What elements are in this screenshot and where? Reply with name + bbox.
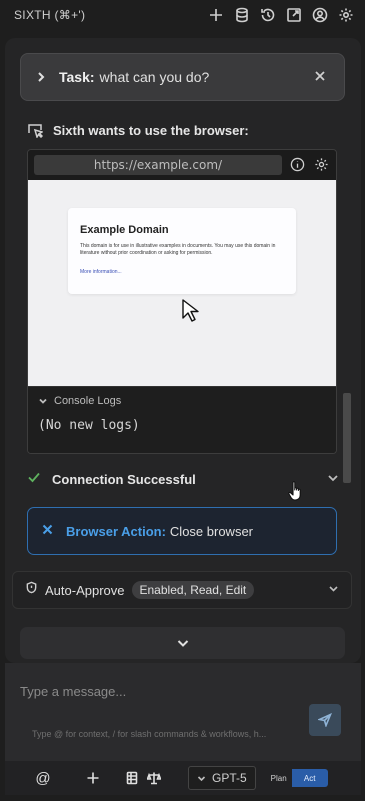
bottom-toolbar: @ GPT-5 Plan Act [5,761,361,795]
grid-icon [126,771,138,785]
cursor-window-icon [28,124,43,138]
shield-icon [25,581,38,599]
popout-icon[interactable] [285,6,303,24]
task-text: what can you do? [99,69,210,85]
chevron-down-icon [39,398,47,404]
chevron-down-icon[interactable] [328,581,339,599]
message-composer[interactable]: Type a message... Type @ for context, / … [5,663,361,761]
send-icon [318,713,332,727]
auto-approve-bar[interactable]: Auto-Approve Enabled, Read, Edit [12,571,352,609]
chevron-down-icon [177,640,188,647]
console-toggle[interactable]: Console Logs [38,395,326,407]
plan-mode-button[interactable]: Plan [265,769,292,787]
title-bar: SIXTH (⌘+') [0,0,365,30]
rules-button[interactable] [147,768,161,788]
add-context-button[interactable] [86,768,100,788]
scale-icon [147,772,161,785]
plan-act-toggle[interactable]: Plan Act [265,769,328,787]
history-icon[interactable] [259,6,277,24]
browser-screenshot: Example Domain This domain is for use in… [28,180,336,386]
app-title: SIXTH (⌘+') [14,8,86,22]
close-icon[interactable] [314,69,330,85]
browser-request-header: Sixth wants to use the browser: [27,122,249,138]
console-label: Console Logs [54,395,122,407]
message-input[interactable]: Type a message... [20,684,126,699]
database-icon[interactable] [233,6,251,24]
chevron-down-icon [197,775,206,781]
console-logs: Console Logs (No new logs) [28,386,336,453]
auto-approve-tags: Enabled, Read, Edit [131,581,255,599]
scroll-down-button[interactable] [20,627,345,659]
connection-status-text: Connection Successful [52,472,196,487]
browser-request-text: Sixth wants to use the browser: [53,122,249,138]
browser-action-card: Browser Action: Close browser [27,507,337,555]
info-icon[interactable] [290,157,306,173]
task-banner[interactable]: Task: what can you do? [20,53,345,101]
send-button[interactable] [309,704,341,736]
mouse-pointer-icon [180,298,200,322]
mention-button[interactable]: @ [33,768,53,788]
auto-approve-label: Auto-Approve [45,582,125,598]
example-page-link: More information... [80,269,122,275]
chat-panel: Task: what can you do? Sixth wants to us… [5,38,361,663]
scrollbar-thumb[interactable] [343,393,351,483]
close-browser-icon [42,522,53,540]
chevron-down-icon[interactable] [327,471,339,489]
example-page-card: Example Domain This domain is for use in… [68,208,296,294]
account-icon[interactable] [311,6,329,24]
settings-icon[interactable] [337,6,355,24]
plus-icon [87,772,99,784]
task-label: Task: [59,69,95,85]
browser-action-text: Close browser [169,523,254,539]
model-select[interactable]: GPT-5 [188,766,256,790]
composer-hint: Type @ for context, / for slash commands… [32,729,267,739]
grid-button[interactable] [125,768,139,788]
console-output: (No new logs) [38,418,140,433]
example-page-title: Example Domain [80,224,169,236]
url-bar: https://example.com/ [28,150,336,180]
plus-icon[interactable] [207,6,225,24]
browser-preview: https://example.com/ Example Domain This… [27,149,337,454]
checkmark-icon [27,470,41,489]
hand-cursor-icon [287,480,305,502]
gear-icon[interactable] [314,157,330,173]
act-mode-button[interactable]: Act [291,769,328,787]
chevron-right-icon[interactable] [35,70,49,84]
model-name: GPT-5 [212,771,247,785]
example-page-body: This domain is for use in illustrative e… [80,243,276,256]
url-field: https://example.com/ [34,155,282,175]
browser-action-label: Browser Action: [66,523,166,539]
